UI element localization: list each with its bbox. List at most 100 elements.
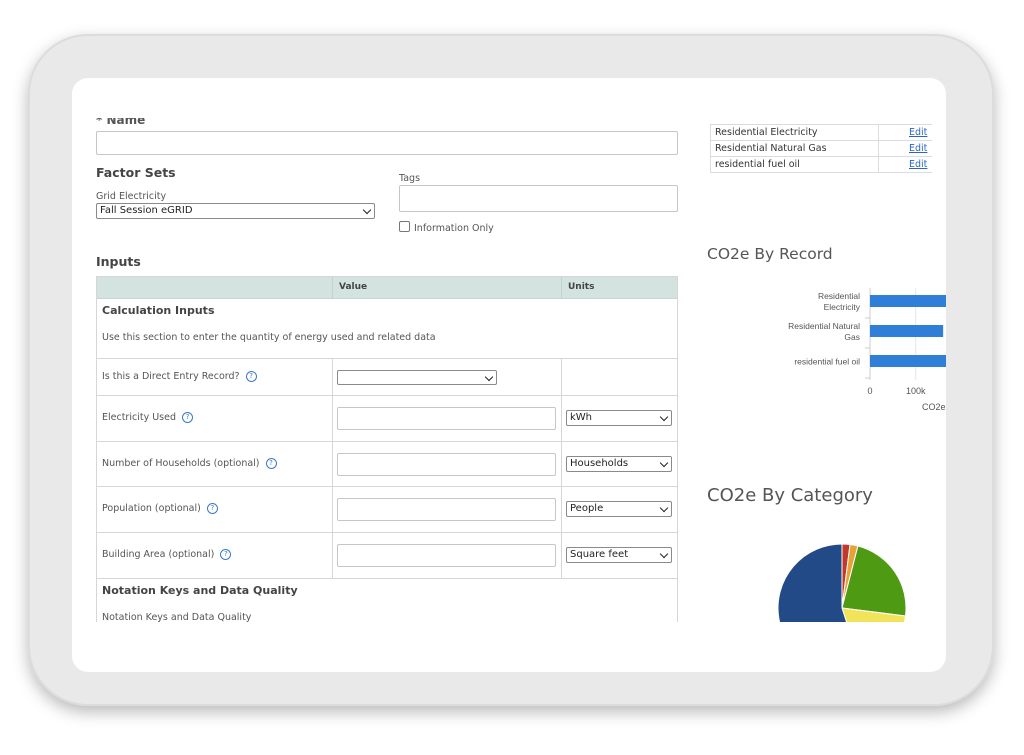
header-divider <box>332 277 333 299</box>
chevron-down-icon <box>659 549 669 559</box>
cell-divider <box>561 442 562 487</box>
grid-electricity-select[interactable]: Fall Session eGRID <box>96 203 375 219</box>
category-label: residential fuel oil <box>794 357 860 367</box>
population-input[interactable] <box>337 498 556 521</box>
pie-chart-svg <box>777 543 907 622</box>
name-input[interactable] <box>96 131 678 155</box>
chevron-down-icon <box>659 458 669 468</box>
inputs-table: Value Units Calculation Inputs Use this … <box>96 276 678 622</box>
direct-entry-label: Is this a Direct Entry Record? ? <box>102 371 257 382</box>
chevron-down-icon <box>484 372 494 382</box>
co2e-by-category-title: CO2e By Category <box>707 485 873 506</box>
tags-input[interactable] <box>399 185 678 212</box>
unit-value: Households <box>570 458 629 469</box>
help-icon[interactable]: ? <box>265 458 277 469</box>
header-divider <box>561 277 562 299</box>
electricity-used-input[interactable] <box>337 407 556 430</box>
record-name: residential fuel oil <box>715 159 800 170</box>
co2e-by-record-title: CO2e By Record <box>707 245 833 263</box>
calculation-inputs-title: Calculation Inputs <box>102 304 215 317</box>
chevron-down-icon <box>362 205 372 215</box>
category-label: Gas <box>844 332 860 342</box>
bar <box>870 325 944 337</box>
row-label-text: Population (optional) <box>102 503 201 514</box>
record-name: Residential Natural Gas <box>715 143 827 154</box>
row-label-text: Number of Households (optional) <box>102 458 260 469</box>
cell-divider <box>878 157 879 173</box>
list-item: Residential Natural Gas Edit <box>710 141 932 157</box>
x-axis-label: CO2e (metric tor <box>922 402 946 412</box>
cell-divider <box>332 396 333 442</box>
table-row: Building Area (optional) ? Square feet <box>97 532 677 579</box>
information-only-label: Information Only <box>414 223 494 234</box>
co2e-by-record-chart: Residential Electricity Residential Natura… <box>704 288 946 418</box>
row-label-text: Is this a Direct Entry Record? <box>102 371 240 382</box>
households-unit-select[interactable]: Households <box>566 456 672 472</box>
cell-divider <box>332 487 333 533</box>
cell-divider <box>878 141 879 157</box>
x-tick-label: 0 <box>867 386 872 396</box>
list-item: residential fuel oil Edit <box>710 157 932 173</box>
co2e-by-category-chart <box>772 538 912 622</box>
unit-value: Square feet <box>570 549 629 560</box>
cell-divider <box>332 359 333 396</box>
direct-entry-select[interactable] <box>337 370 497 385</box>
unit-value: People <box>570 503 604 514</box>
help-icon[interactable]: ? <box>220 549 232 560</box>
population-unit-select[interactable]: People <box>566 501 672 517</box>
table-row: Number of Households (optional) ? Househ… <box>97 441 677 487</box>
tags-label: Tags <box>399 173 421 184</box>
help-icon[interactable]: ? <box>206 503 218 514</box>
cell-divider <box>561 396 562 442</box>
category-label: Electricity <box>824 302 861 312</box>
building-area-unit-select[interactable]: Square feet <box>566 547 672 563</box>
calculation-inputs-description: Use this section to enter the quantity o… <box>102 332 436 343</box>
edit-link[interactable]: Edit <box>909 159 927 170</box>
category-label: Residential Natural <box>788 321 860 331</box>
category-label: Residential <box>818 291 860 301</box>
population-label: Population (optional) ? <box>102 503 218 514</box>
value-column-header: Value <box>339 282 368 292</box>
inputs-title: Inputs <box>96 254 141 269</box>
table-row: Electricity Used ? kWh <box>97 395 677 442</box>
cell-divider <box>332 533 333 579</box>
units-column-header: Units <box>568 282 595 292</box>
cell-divider <box>332 442 333 487</box>
app-screen: * Name Factor Sets Grid Electricity Fall… <box>72 78 946 672</box>
cell-divider <box>561 533 562 579</box>
bar <box>870 295 946 307</box>
record-list: Residential Electricity Edit Residential… <box>710 124 932 173</box>
chevron-down-icon <box>659 412 669 422</box>
building-area-input[interactable] <box>337 544 556 567</box>
grid-electricity-value: Fall Session eGRID <box>100 205 193 216</box>
chevron-down-icon <box>659 503 669 513</box>
record-name: Residential Electricity <box>715 127 818 138</box>
row-label-text: Electricity Used <box>102 412 176 423</box>
bar <box>870 355 946 367</box>
content-viewport[interactable]: * Name Factor Sets Grid Electricity Fall… <box>72 118 946 622</box>
cell-divider <box>561 359 562 396</box>
help-icon[interactable]: ? <box>182 412 193 423</box>
help-icon[interactable]: ? <box>245 371 257 382</box>
name-label: * Name <box>96 118 146 127</box>
cell-divider <box>878 125 879 141</box>
notation-title: Notation Keys and Data Quality <box>102 584 298 597</box>
cell-divider <box>561 487 562 533</box>
table-row: Is this a Direct Entry Record? ? <box>97 358 677 396</box>
edit-link[interactable]: Edit <box>909 143 927 154</box>
factor-sets-title: Factor Sets <box>96 165 176 180</box>
information-only-checkbox[interactable] <box>399 221 410 232</box>
households-label: Number of Households (optional) ? <box>102 458 277 469</box>
edit-link[interactable]: Edit <box>909 127 927 138</box>
list-item: Residential Electricity Edit <box>710 125 932 141</box>
row-label-text: Building Area (optional) <box>102 549 215 560</box>
table-row: Population (optional) ? People <box>97 486 677 533</box>
notation-section: Notation Keys and Data Quality Notation … <box>97 578 677 622</box>
grid-electricity-label: Grid Electricity <box>96 191 167 202</box>
electricity-unit-select[interactable]: kWh <box>566 410 672 426</box>
households-input[interactable] <box>337 453 556 476</box>
x-tick-label: 100k <box>906 386 926 396</box>
building-area-label: Building Area (optional) ? <box>102 549 232 560</box>
notation-description: Notation Keys and Data Quality <box>102 612 252 622</box>
table-header: Value Units <box>97 277 677 299</box>
